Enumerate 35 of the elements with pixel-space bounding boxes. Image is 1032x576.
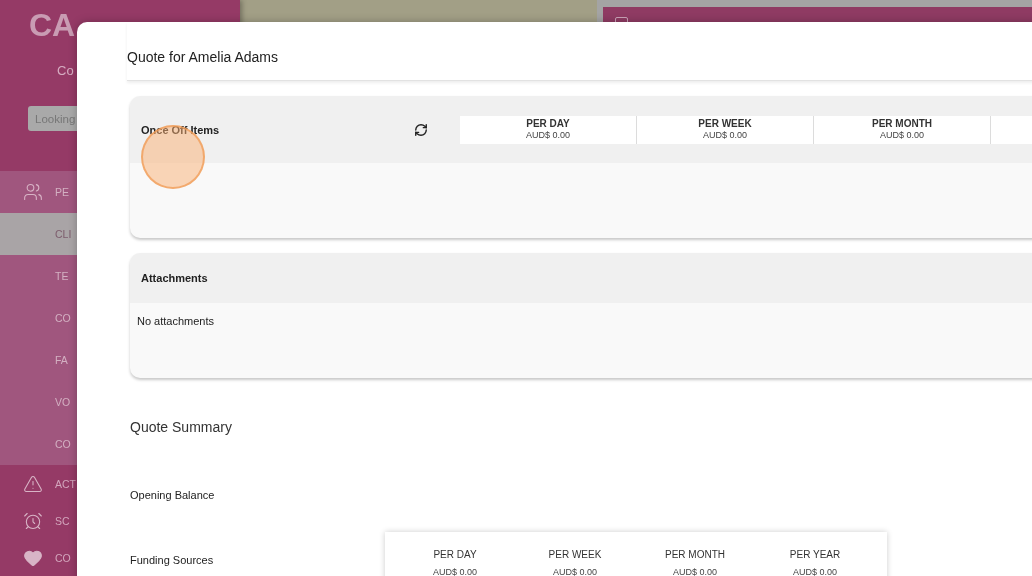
clock-icon <box>22 510 43 531</box>
row-label: Opening Balance <box>130 488 215 503</box>
section-title: Attachments <box>141 271 209 285</box>
sidebar-caption: Co <box>57 63 75 79</box>
nav-item[interactable]: CO <box>0 423 77 465</box>
period-label: PER WEEK <box>548 549 602 561</box>
period-label: PER MONTH <box>665 549 725 561</box>
period-amount: AUD$ 0.00 <box>433 567 477 576</box>
row-label: Funding Sources <box>130 553 214 568</box>
section-title: Quote Summary <box>130 418 233 437</box>
nav-item[interactable]: CLI <box>0 213 77 255</box>
period-amount: AUD$ 0.00 <box>553 567 597 576</box>
people-icon <box>22 182 43 202</box>
period-label: PER DAY <box>433 549 477 561</box>
period-label: PER MONTH <box>872 118 932 130</box>
period-label: PER WEEK <box>698 118 752 130</box>
nav-item[interactable]: TE <box>0 255 77 297</box>
nav-item[interactable]: FA <box>0 339 77 381</box>
period-label: PER YEAR <box>789 549 841 561</box>
modal-title: Quote for Amelia Adams <box>127 49 278 65</box>
period-amount: AUD$ 0.00 <box>793 567 837 576</box>
period-amount: AUD$ 0.00 <box>880 130 924 141</box>
nav-item[interactable]: VO <box>0 381 77 423</box>
nav-item[interactable]: ACT <box>0 465 77 502</box>
period-amount: AUD$ 0.00 <box>673 567 717 576</box>
warning-icon <box>22 473 43 494</box>
nav-item[interactable]: CO <box>0 539 77 576</box>
refresh-icon[interactable] <box>414 122 428 137</box>
period-amount: AUD$ 0.00 <box>703 130 747 141</box>
logo-text: CA <box>29 9 76 41</box>
nav-item[interactable]: CO <box>0 297 77 339</box>
period-label: PER DAY <box>526 118 570 130</box>
empty-message: No attachments <box>137 315 215 327</box>
period-amount: AUD$ 0.00 <box>526 130 570 141</box>
nav-item[interactable]: PE <box>0 171 77 213</box>
